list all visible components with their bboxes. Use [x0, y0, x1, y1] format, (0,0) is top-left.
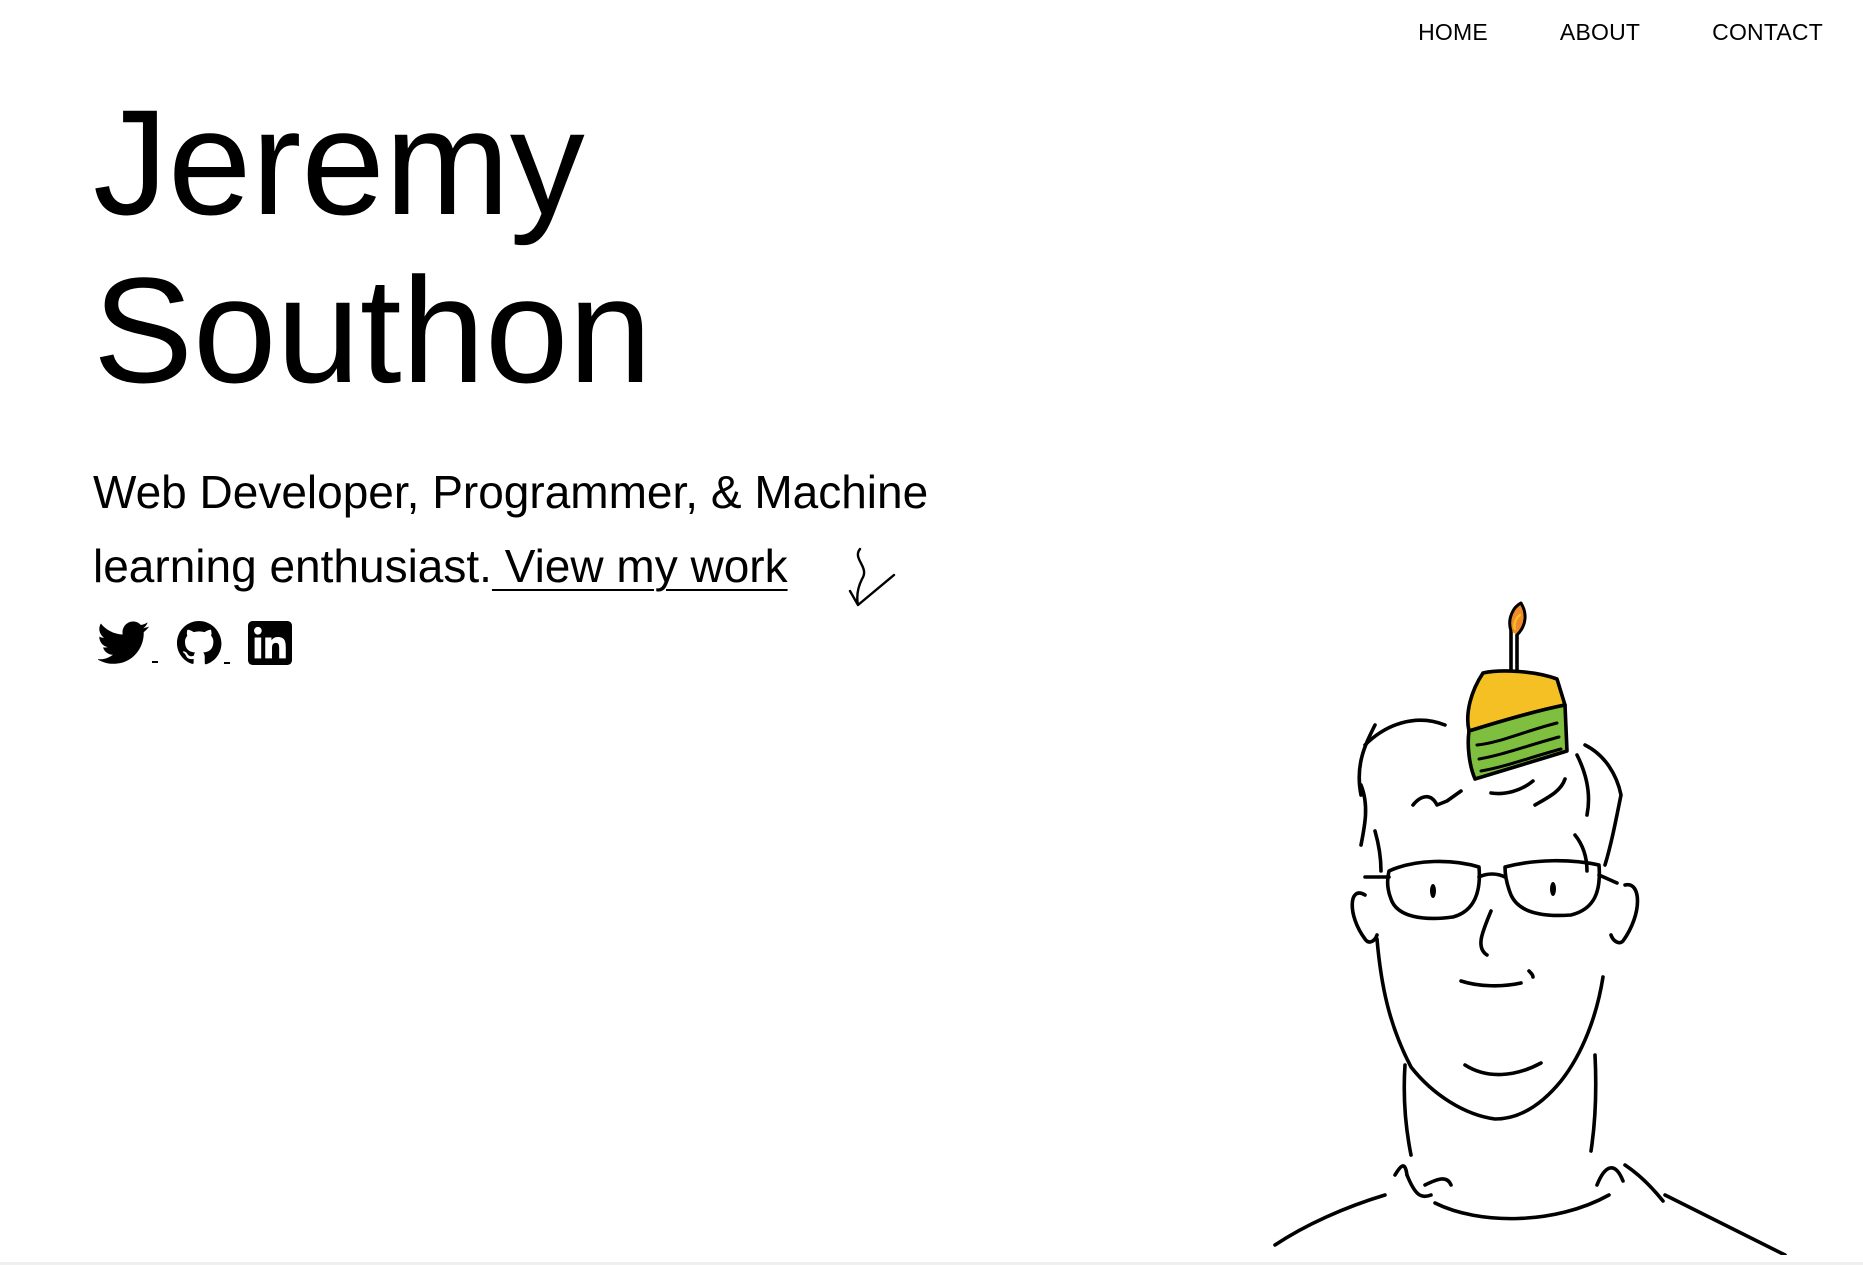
birthday-candle-icon — [1508, 601, 1527, 677]
hero-first-name: Jeremy — [93, 78, 585, 246]
link-dot — [224, 662, 230, 664]
portrait-illustration — [1273, 601, 1787, 1255]
arrow-down-icon — [848, 547, 896, 607]
hero-last-name: Southon — [93, 246, 652, 414]
nav-home-link[interactable]: HOME — [1418, 14, 1488, 50]
linkedin-link[interactable] — [248, 621, 292, 665]
nav-contact-link[interactable]: CONTACT — [1712, 14, 1823, 50]
link-dot — [152, 661, 158, 663]
page: HOME ABOUT CONTACT Jeremy Southon Web De… — [0, 0, 1863, 1265]
top-nav: HOME ABOUT CONTACT — [1346, 14, 1823, 50]
view-my-work-link[interactable]: View my work — [492, 540, 788, 592]
cake-slice-icon — [1466, 669, 1569, 781]
linkedin-icon — [248, 621, 292, 665]
twitter-icon — [98, 621, 150, 664]
github-icon — [176, 620, 222, 665]
github-link[interactable] — [176, 620, 230, 666]
twitter-link[interactable] — [98, 621, 158, 665]
social-links — [98, 620, 292, 666]
hero-name: Jeremy Southon — [93, 78, 652, 414]
nav-about-link[interactable]: ABOUT — [1560, 14, 1640, 50]
